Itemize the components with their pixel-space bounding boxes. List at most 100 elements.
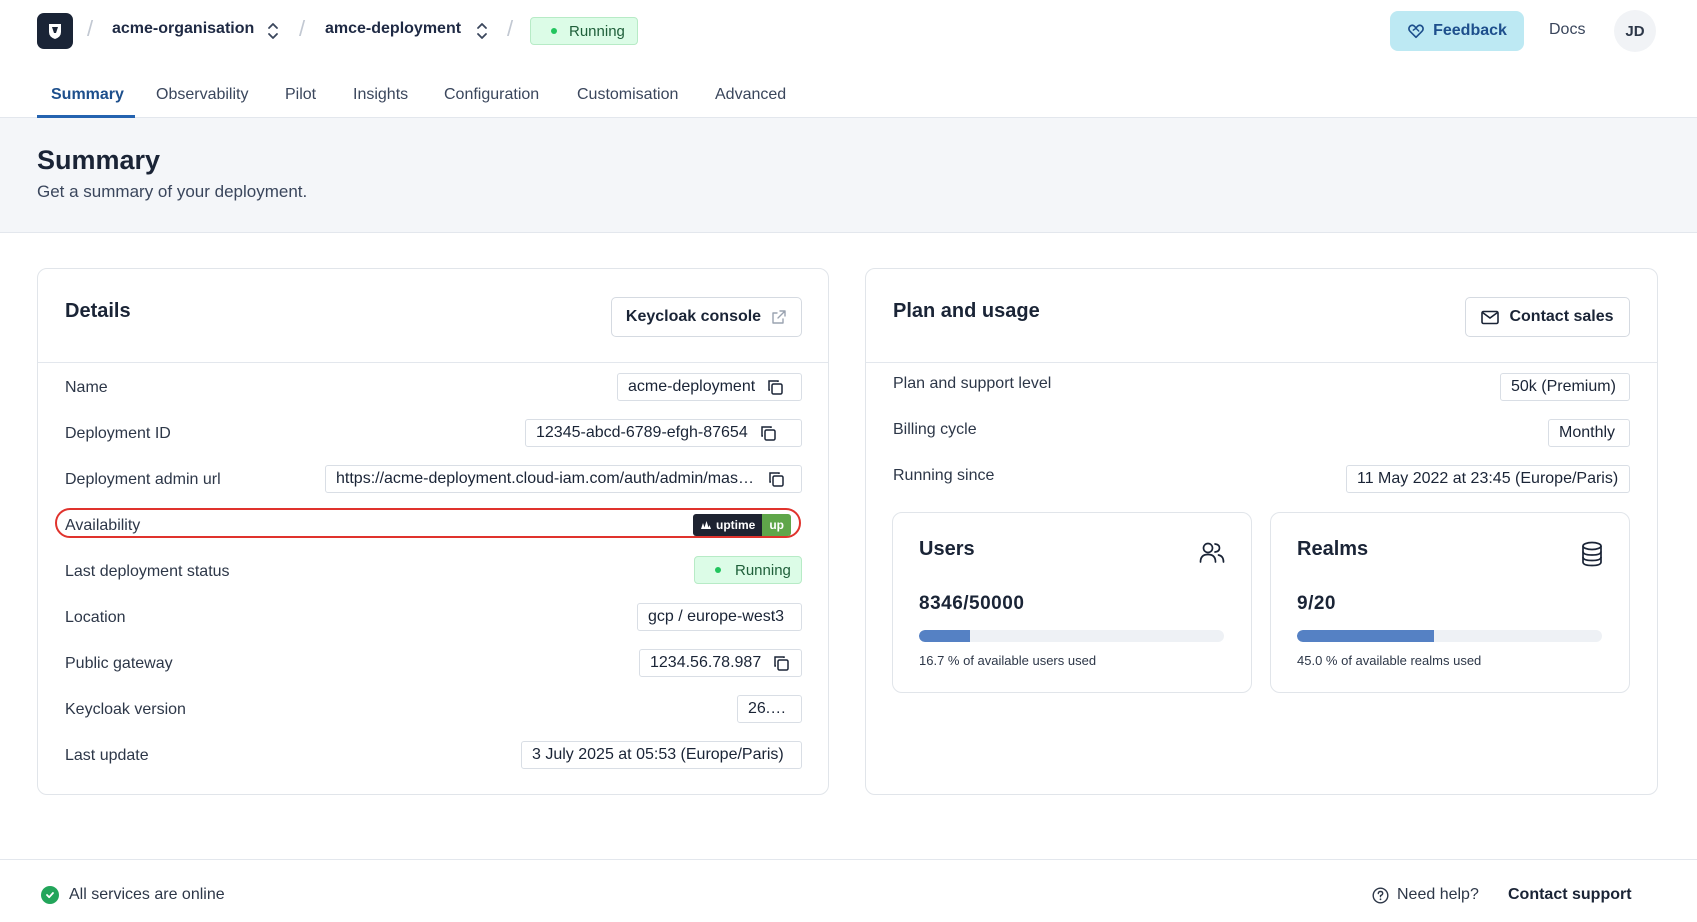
contact-support-link[interactable]: Contact support xyxy=(1508,886,1632,904)
users-value: 8346/50000 xyxy=(919,593,1025,614)
tab-observability[interactable]: Observability xyxy=(156,86,248,104)
card-divider xyxy=(866,362,1657,363)
tab-insights[interactable]: Insights xyxy=(353,86,408,104)
last-update-label: Last update xyxy=(65,747,149,764)
external-link-icon xyxy=(772,310,786,324)
running-since-value: 11 May 2022 at 23:45 (Europe/Paris) xyxy=(1346,465,1630,493)
check-circle-icon xyxy=(41,886,59,904)
breadcrumb-separator: / xyxy=(299,16,306,41)
version-label: Keycloak version xyxy=(65,701,186,718)
tab-advanced[interactable]: Advanced xyxy=(715,86,786,104)
realms-progress-fill xyxy=(1297,630,1435,642)
billing-cycle-label: Billing cycle xyxy=(893,421,977,438)
gateway-label: Public gateway xyxy=(65,655,173,672)
logo-icon xyxy=(49,24,61,39)
deployment-id-label: Deployment ID xyxy=(65,425,171,442)
mail-icon xyxy=(1481,310,1500,324)
footer: All services are online Need help? Conta… xyxy=(0,859,1697,922)
status-text: Running xyxy=(569,22,625,40)
version-text: 26.1.5 xyxy=(748,700,791,717)
realms-caption: 45.0 % of available realms used xyxy=(1297,653,1482,668)
chevron-updown-icon[interactable] xyxy=(475,20,489,42)
users-progress-bar xyxy=(919,630,1224,642)
deployment-status-badge: Running xyxy=(530,17,638,45)
users-icon xyxy=(1199,542,1225,563)
keycloak-console-button[interactable]: Keycloak console xyxy=(611,297,802,337)
plan-level-text: 50k (Premium) xyxy=(1511,378,1616,395)
last-status-label: Last deployment status xyxy=(65,563,230,580)
copy-icon[interactable] xyxy=(773,655,790,672)
location-value: gcp / europe-west3 xyxy=(637,603,802,631)
version-value: 26.1.5 xyxy=(737,695,802,723)
plan-level-value: 50k (Premium) xyxy=(1500,373,1630,401)
tab-pilot[interactable]: Pilot xyxy=(285,86,316,104)
feedback-button[interactable]: Feedback xyxy=(1390,11,1524,51)
running-since-text: 11 May 2022 at 23:45 (Europe/Paris) xyxy=(1357,470,1619,487)
users-metric-card: Users 8346/50000 16.7 % of available use… xyxy=(892,512,1252,693)
details-card: Details Keycloak console Name acme-deplo… xyxy=(37,268,829,795)
chevron-updown-icon[interactable] xyxy=(266,20,280,42)
copy-icon[interactable] xyxy=(768,471,785,488)
breadcrumb-separator: / xyxy=(507,16,514,41)
service-status: All services are online xyxy=(41,886,225,904)
uptime-badge-left: uptime xyxy=(693,514,763,536)
contact-sales-button[interactable]: Contact sales xyxy=(1465,297,1630,337)
card-divider xyxy=(38,362,828,363)
app-logo[interactable] xyxy=(37,13,73,49)
users-caption: 16.7 % of available users used xyxy=(919,653,1097,668)
feedback-label: Feedback xyxy=(1433,22,1507,39)
users-title: Users xyxy=(919,538,975,560)
copy-icon[interactable] xyxy=(760,425,777,442)
last-status-badge: Running xyxy=(694,556,802,584)
billing-cycle-text: Monthly xyxy=(1559,424,1616,441)
last-status-text: Running xyxy=(735,561,791,579)
details-title: Details xyxy=(65,300,131,322)
database-icon xyxy=(1582,541,1602,567)
need-help-link[interactable]: Need help? xyxy=(1372,886,1479,904)
organisation-selector[interactable]: acme-organisation xyxy=(112,20,254,38)
tab-customisation[interactable]: Customisation xyxy=(577,86,678,104)
gateway-text: 1234.56.78.987 xyxy=(650,654,762,671)
page-title: Summary xyxy=(37,145,161,175)
deployment-id-value: 12345-abcd-6789-efgh-87654 xyxy=(525,419,802,447)
realms-progress-bar xyxy=(1297,630,1602,642)
tab-configuration[interactable]: Configuration xyxy=(444,86,539,104)
uptime-badge-text: uptime xyxy=(716,518,756,532)
help-circle-icon xyxy=(1372,886,1389,904)
service-status-text: All services are online xyxy=(69,886,225,903)
top-bar: / acme-organisation / amce-deployment / … xyxy=(0,0,1697,62)
location-label: Location xyxy=(65,609,126,626)
name-label: Name xyxy=(65,379,108,396)
status-dot xyxy=(715,567,721,573)
plan-title: Plan and usage xyxy=(893,300,1040,322)
last-update-value: 3 July 2025 at 05:53 (Europe/Paris) xyxy=(521,741,802,769)
location-text: gcp / europe-west3 xyxy=(648,608,785,625)
plan-card: Plan and usage Contact sales Plan and su… xyxy=(865,268,1658,795)
user-avatar[interactable]: JD xyxy=(1614,10,1656,52)
running-since-label: Running since xyxy=(893,467,995,484)
gateway-value: 1234.56.78.987 xyxy=(639,649,802,677)
realms-metric-card: Realms 9/20 45.0 % of available realms u… xyxy=(1270,512,1630,693)
billing-cycle-value: Monthly xyxy=(1548,419,1630,447)
last-update-text: 3 July 2025 at 05:53 (Europe/Paris) xyxy=(532,746,784,763)
heart-handshake-icon xyxy=(1408,24,1424,39)
need-help-text: Need help? xyxy=(1397,886,1479,903)
name-value-text: acme-deployment xyxy=(628,378,756,395)
tab-summary[interactable]: Summary xyxy=(51,86,124,104)
admin-url-value: https://acme-deployment.cloud-iam.com/au… xyxy=(325,465,802,493)
docs-link[interactable]: Docs xyxy=(1549,21,1585,39)
users-progress-fill xyxy=(919,630,970,642)
admin-url-text[interactable]: https://acme-deployment.cloud-iam.com/au… xyxy=(336,470,756,488)
status-dot xyxy=(551,28,557,34)
uptime-status-text: up xyxy=(762,514,792,536)
deployment-id-text: 12345-abcd-6789-efgh-87654 xyxy=(536,424,748,441)
uptime-logo-icon xyxy=(701,521,711,529)
deployment-selector[interactable]: amce-deployment xyxy=(325,20,461,38)
realms-value: 9/20 xyxy=(1297,593,1336,614)
copy-icon[interactable] xyxy=(767,379,784,396)
availability-label: Availability xyxy=(65,517,141,534)
availability-highlight xyxy=(55,508,801,538)
plan-level-label: Plan and support level xyxy=(893,375,1052,392)
contact-sales-label: Contact sales xyxy=(1509,308,1614,325)
uptime-badge[interactable]: uptime up xyxy=(693,514,792,536)
